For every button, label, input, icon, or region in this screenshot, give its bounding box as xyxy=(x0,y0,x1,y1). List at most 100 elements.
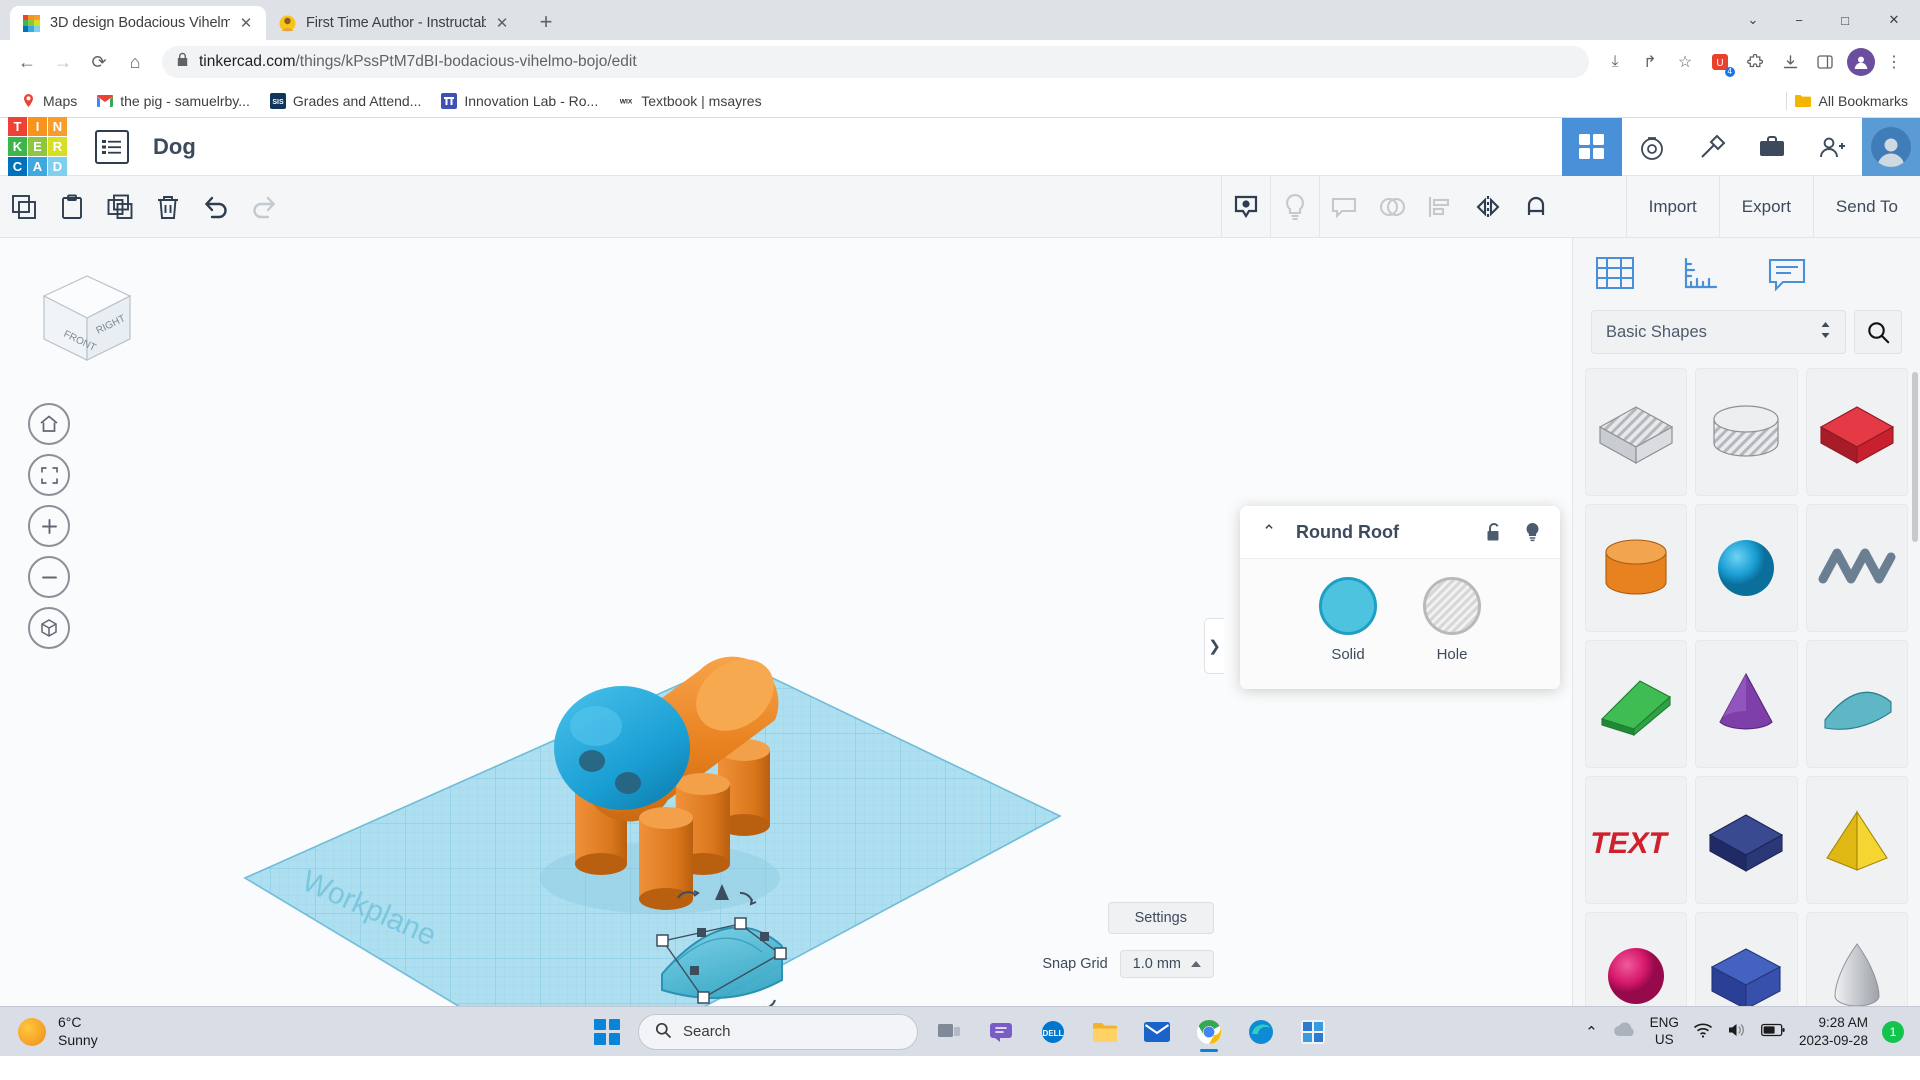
zoom-in-icon[interactable] xyxy=(28,505,70,547)
project-list-button[interactable] xyxy=(95,129,129,164)
page-title[interactable]: Dog xyxy=(153,134,196,160)
bookmark-gmail[interactable]: the pig - samuelrby... xyxy=(89,89,258,113)
invite-person-icon[interactable] xyxy=(1802,118,1862,176)
bookmark-innovation-lab[interactable]: Innovation Lab - Ro... xyxy=(433,89,606,113)
panel-collapse-toggle[interactable]: ❯ xyxy=(1204,618,1224,674)
hole-swatch[interactable] xyxy=(1423,577,1481,635)
dell-icon[interactable]: DELL xyxy=(1032,1011,1074,1053)
ortho-perspective-icon[interactable] xyxy=(28,607,70,649)
tab-close-icon[interactable]: ✕ xyxy=(236,13,256,33)
mail-icon[interactable] xyxy=(1136,1011,1178,1053)
shapes-grid-tab[interactable] xyxy=(1595,256,1635,292)
store-icon[interactable] xyxy=(1292,1011,1334,1053)
window-close-button[interactable]: ✕ xyxy=(1868,0,1920,40)
weather-widget[interactable]: 6°C Sunny xyxy=(0,1014,98,1049)
address-bar[interactable]: tinkercad.com/things/kPssPtM7dBI-bodacio… xyxy=(162,46,1589,78)
hole-option[interactable]: Hole xyxy=(1423,577,1481,663)
solid-swatch[interactable] xyxy=(1319,577,1377,635)
bookmark-grades[interactable]: SIS Grades and Attend... xyxy=(262,89,429,113)
magnet-icon[interactable] xyxy=(1512,176,1560,238)
shape-item-text-red[interactable]: TEXT xyxy=(1585,776,1688,904)
shape-item-box-striped[interactable] xyxy=(1585,368,1688,496)
shape-item-roof-teal[interactable] xyxy=(1805,640,1908,768)
shapes-scrollbar[interactable] xyxy=(1912,372,1918,542)
shape-item-sphere-blue[interactable] xyxy=(1695,504,1798,632)
wifi-icon[interactable] xyxy=(1693,1022,1713,1041)
shape-item-box-navy[interactable] xyxy=(1695,776,1798,904)
share-icon[interactable]: ↱ xyxy=(1634,46,1666,78)
zoom-out-icon[interactable] xyxy=(28,556,70,598)
mirror-icon[interactable] xyxy=(1464,176,1512,238)
view-target-icon[interactable] xyxy=(1222,176,1270,238)
codeblocks-icon[interactable] xyxy=(1622,118,1682,176)
duplicate-icon[interactable] xyxy=(96,176,144,238)
taskbar-search-input[interactable]: Search xyxy=(638,1013,918,1050)
unlock-icon[interactable] xyxy=(1482,522,1506,542)
light-bulb-icon[interactable] xyxy=(1520,522,1544,542)
chevron-up-icon[interactable]: ⌃ xyxy=(1256,522,1282,542)
bookmark-textbook[interactable]: WIX Textbook | msayres xyxy=(610,89,769,113)
new-tab-button[interactable]: + xyxy=(530,6,562,38)
install-icon[interactable]: ⤓ xyxy=(1599,46,1631,78)
ruler-tab[interactable] xyxy=(1681,256,1721,292)
tinkercad-logo[interactable]: T I N K E R C A D xyxy=(8,117,67,176)
undo-icon[interactable] xyxy=(192,176,240,238)
tray-chevron-icon[interactable]: ⌃ xyxy=(1585,1023,1598,1041)
export-button[interactable]: Export xyxy=(1718,175,1813,238)
file-explorer-icon[interactable] xyxy=(1084,1011,1126,1053)
solid-option[interactable]: Solid xyxy=(1319,577,1377,663)
back-icon[interactable]: ← xyxy=(10,45,44,79)
settings-button[interactable]: Settings xyxy=(1107,902,1214,934)
extensions-puzzle-icon[interactable] xyxy=(1739,46,1771,78)
shape-item-cylinder-orange[interactable] xyxy=(1585,504,1688,632)
notification-badge[interactable]: 1 xyxy=(1882,1020,1904,1043)
tab-search-chevron-icon[interactable]: ⌄ xyxy=(1730,0,1776,40)
side-panel-icon[interactable] xyxy=(1809,46,1841,78)
simulate-hammer-icon[interactable] xyxy=(1682,118,1742,176)
shape-item-paraboloid-gray[interactable] xyxy=(1805,912,1908,1006)
paste-icon[interactable] xyxy=(48,176,96,238)
browser-tab-inactive[interactable]: First Time Author - Instructables ✕ xyxy=(266,6,522,40)
import-button[interactable]: Import xyxy=(1625,175,1719,238)
window-minimize-button[interactable]: − xyxy=(1776,0,1822,40)
group-icon[interactable] xyxy=(1368,176,1416,238)
bookmark-star-icon[interactable]: ☆ xyxy=(1669,46,1701,78)
shape-item-cylinder-striped[interactable] xyxy=(1695,368,1798,496)
task-view-icon[interactable] xyxy=(928,1011,970,1053)
reload-icon[interactable]: ⟳ xyxy=(82,45,116,79)
avatar[interactable] xyxy=(1862,118,1920,176)
align-icon[interactable] xyxy=(1416,176,1464,238)
bookmark-maps[interactable]: Maps xyxy=(12,89,85,113)
notes-tab[interactable] xyxy=(1767,256,1807,292)
delete-trash-icon[interactable] xyxy=(144,176,192,238)
shape-item-wedge-green[interactable] xyxy=(1585,640,1688,768)
shape-search-button[interactable] xyxy=(1854,310,1902,354)
downloads-icon[interactable] xyxy=(1774,46,1806,78)
windows-start-icon[interactable] xyxy=(586,1011,628,1053)
send-to-button[interactable]: Send To xyxy=(1812,175,1920,238)
shape-item-scribble-gray[interactable] xyxy=(1805,504,1908,632)
gallery-briefcase-icon[interactable] xyxy=(1742,118,1802,176)
snap-grid-select[interactable]: 1.0 mm xyxy=(1119,950,1214,978)
3d-canvas[interactable]: Workplane FRONT RIGHT ⌃ Round Roof Solid… xyxy=(0,238,1572,1006)
shape-item-box-blue[interactable] xyxy=(1695,912,1798,1006)
shape-item-pyramid-yellow[interactable] xyxy=(1805,776,1908,904)
browser-tab-active[interactable]: 3D design Bodacious Vihelmo-B ✕ xyxy=(10,6,266,40)
copy-icon[interactable] xyxy=(0,176,48,238)
shape-item-cone-purple[interactable] xyxy=(1695,640,1798,768)
view-cube[interactable]: FRONT RIGHT xyxy=(30,266,145,371)
shape-item-box-red[interactable] xyxy=(1805,368,1908,496)
chrome-icon[interactable] xyxy=(1188,1011,1230,1053)
clock[interactable]: 9:28 AM 2023-09-28 xyxy=(1799,1014,1868,1049)
cloud-icon[interactable] xyxy=(1612,1022,1636,1041)
note-icon[interactable] xyxy=(1320,176,1368,238)
language-indicator[interactable]: ENG US xyxy=(1650,1015,1679,1047)
battery-icon[interactable] xyxy=(1760,1023,1785,1040)
redo-icon[interactable] xyxy=(240,176,288,238)
teams-chat-icon[interactable] xyxy=(980,1011,1022,1053)
light-bulb-icon[interactable] xyxy=(1271,176,1319,238)
speaker-icon[interactable] xyxy=(1727,1022,1747,1041)
forward-icon[interactable]: → xyxy=(46,45,80,79)
shape-category-select[interactable]: Basic Shapes xyxy=(1591,310,1846,354)
home-view-icon[interactable] xyxy=(28,403,70,445)
